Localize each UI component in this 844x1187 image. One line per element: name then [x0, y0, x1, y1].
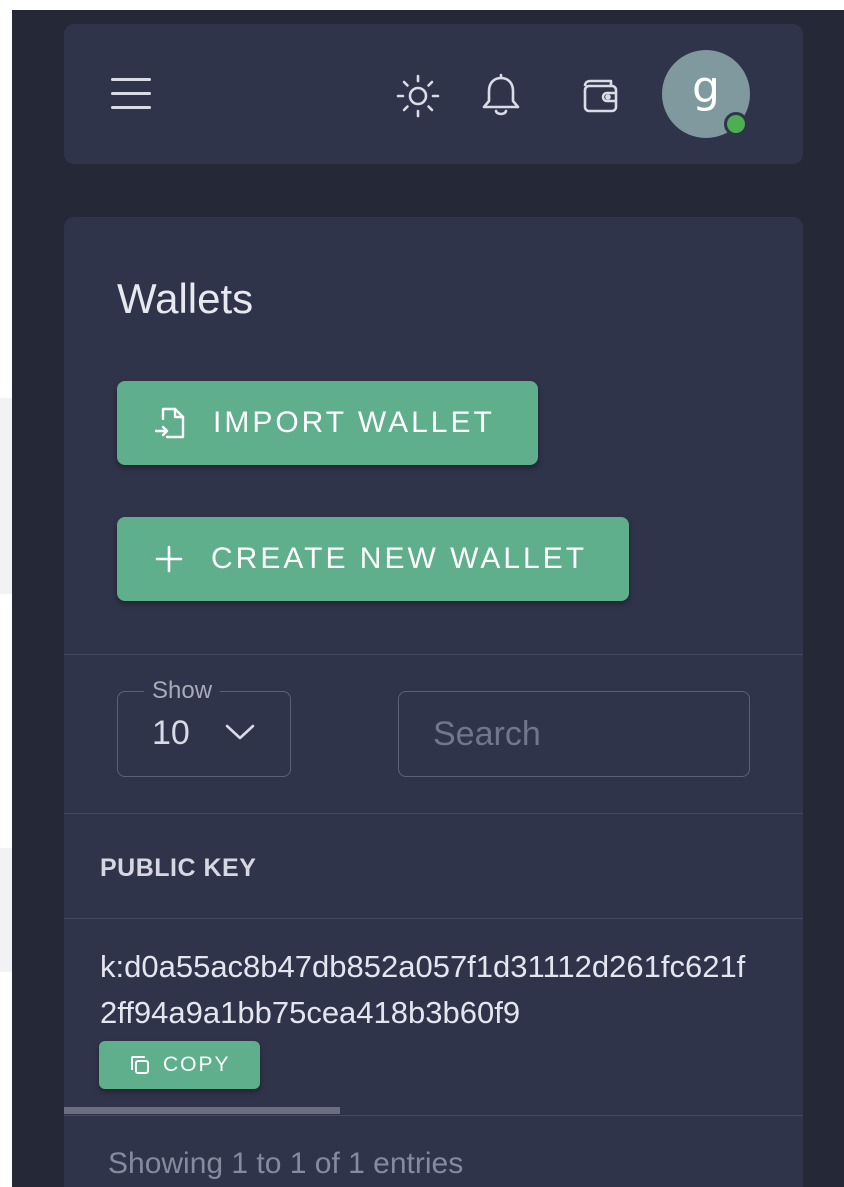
avatar-letter: g [692, 61, 720, 113]
online-status-dot [724, 112, 748, 136]
avatar[interactable]: g [662, 50, 750, 138]
background-strip [0, 848, 12, 972]
copy-button[interactable]: COPY [99, 1041, 260, 1089]
import-wallet-label: IMPORT WALLET [213, 406, 495, 439]
show-entries-select[interactable]: Show 10 [117, 677, 291, 777]
public-key-value: k:d0a55ac8b47db852a057f1d31112d261fc621f… [100, 949, 746, 1030]
wallet-icon[interactable] [577, 72, 625, 120]
plus-icon [153, 543, 185, 575]
top-navbar: g [64, 24, 803, 164]
chevron-down-icon [224, 722, 256, 746]
copy-icon [129, 1054, 151, 1076]
page-title: Wallets [117, 275, 254, 322]
horizontal-scrollbar[interactable] [64, 1107, 340, 1114]
import-wallet-button[interactable]: IMPORT WALLET [117, 381, 538, 465]
create-new-wallet-label: CREATE NEW WALLET [211, 542, 588, 575]
entries-summary: Showing 1 to 1 of 1 entries [108, 1147, 464, 1180]
bell-icon[interactable] [477, 72, 525, 120]
sun-icon[interactable] [394, 72, 442, 120]
wallets-card: Wallets IMPORT WALLET CREATE NEW WALLET [64, 217, 803, 1187]
divider [64, 918, 803, 919]
copy-label: COPY [163, 1053, 231, 1076]
app-screen: g Wallets IMPORT WALLET CREATE NEW WALLE… [12, 10, 844, 1187]
create-new-wallet-button[interactable]: CREATE NEW WALLET [117, 517, 629, 601]
divider [64, 654, 803, 655]
search-input[interactable] [398, 691, 750, 777]
background-strip [0, 398, 12, 594]
menu-icon[interactable] [111, 76, 153, 112]
show-label: Show [144, 677, 221, 705]
show-value: 10 [152, 714, 190, 752]
divider [64, 1115, 803, 1116]
file-import-icon [153, 405, 187, 441]
divider [64, 813, 803, 814]
column-header-public-key: PUBLIC KEY [100, 854, 257, 882]
